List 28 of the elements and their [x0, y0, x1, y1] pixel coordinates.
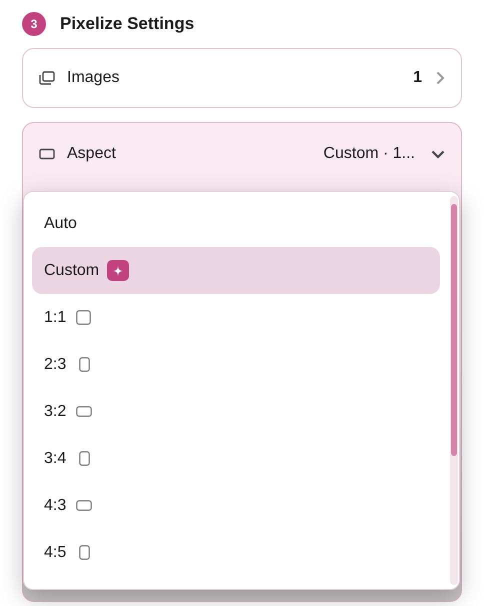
- step-badge: 3: [22, 12, 46, 36]
- sparkle-icon: [107, 260, 130, 281]
- menu-item[interactable]: 4:3: [32, 482, 440, 529]
- images-icon: [39, 71, 55, 85]
- square-icon: [76, 310, 92, 325]
- portrait-rectangle-icon: [79, 545, 90, 560]
- scrollbar[interactable]: [450, 196, 458, 585]
- chevron-right-icon: [436, 71, 445, 85]
- aspect-value: Custom · 1...: [323, 144, 415, 164]
- landscape-rectangle-icon: [76, 406, 92, 417]
- section-title: Pixelize Settings: [60, 13, 194, 36]
- menu-item[interactable]: Auto: [32, 200, 440, 247]
- images-row[interactable]: Images 1: [22, 48, 462, 108]
- aspect-dropdown[interactable]: Aspect Custom · 1...: [23, 123, 461, 185]
- menu-item[interactable]: 2:3: [32, 341, 440, 388]
- images-label: Images: [67, 68, 120, 88]
- menu-item[interactable]: 4:5: [32, 529, 440, 576]
- menu-item[interactable]: 3:2: [32, 388, 440, 435]
- portrait-rectangle-icon: [79, 451, 90, 466]
- landscape-rectangle-icon: [76, 500, 92, 511]
- images-count: 1: [413, 68, 422, 88]
- menu-item[interactable]: 1:1: [32, 294, 440, 341]
- menu-item[interactable]: 3:4: [32, 435, 440, 482]
- menu-item[interactable]: Custom: [32, 247, 440, 294]
- portrait-rectangle-icon: [79, 357, 90, 372]
- rectangle-icon: [39, 148, 55, 160]
- scrollbar-thumb[interactable]: [451, 204, 457, 456]
- aspect-label: Aspect: [67, 144, 116, 164]
